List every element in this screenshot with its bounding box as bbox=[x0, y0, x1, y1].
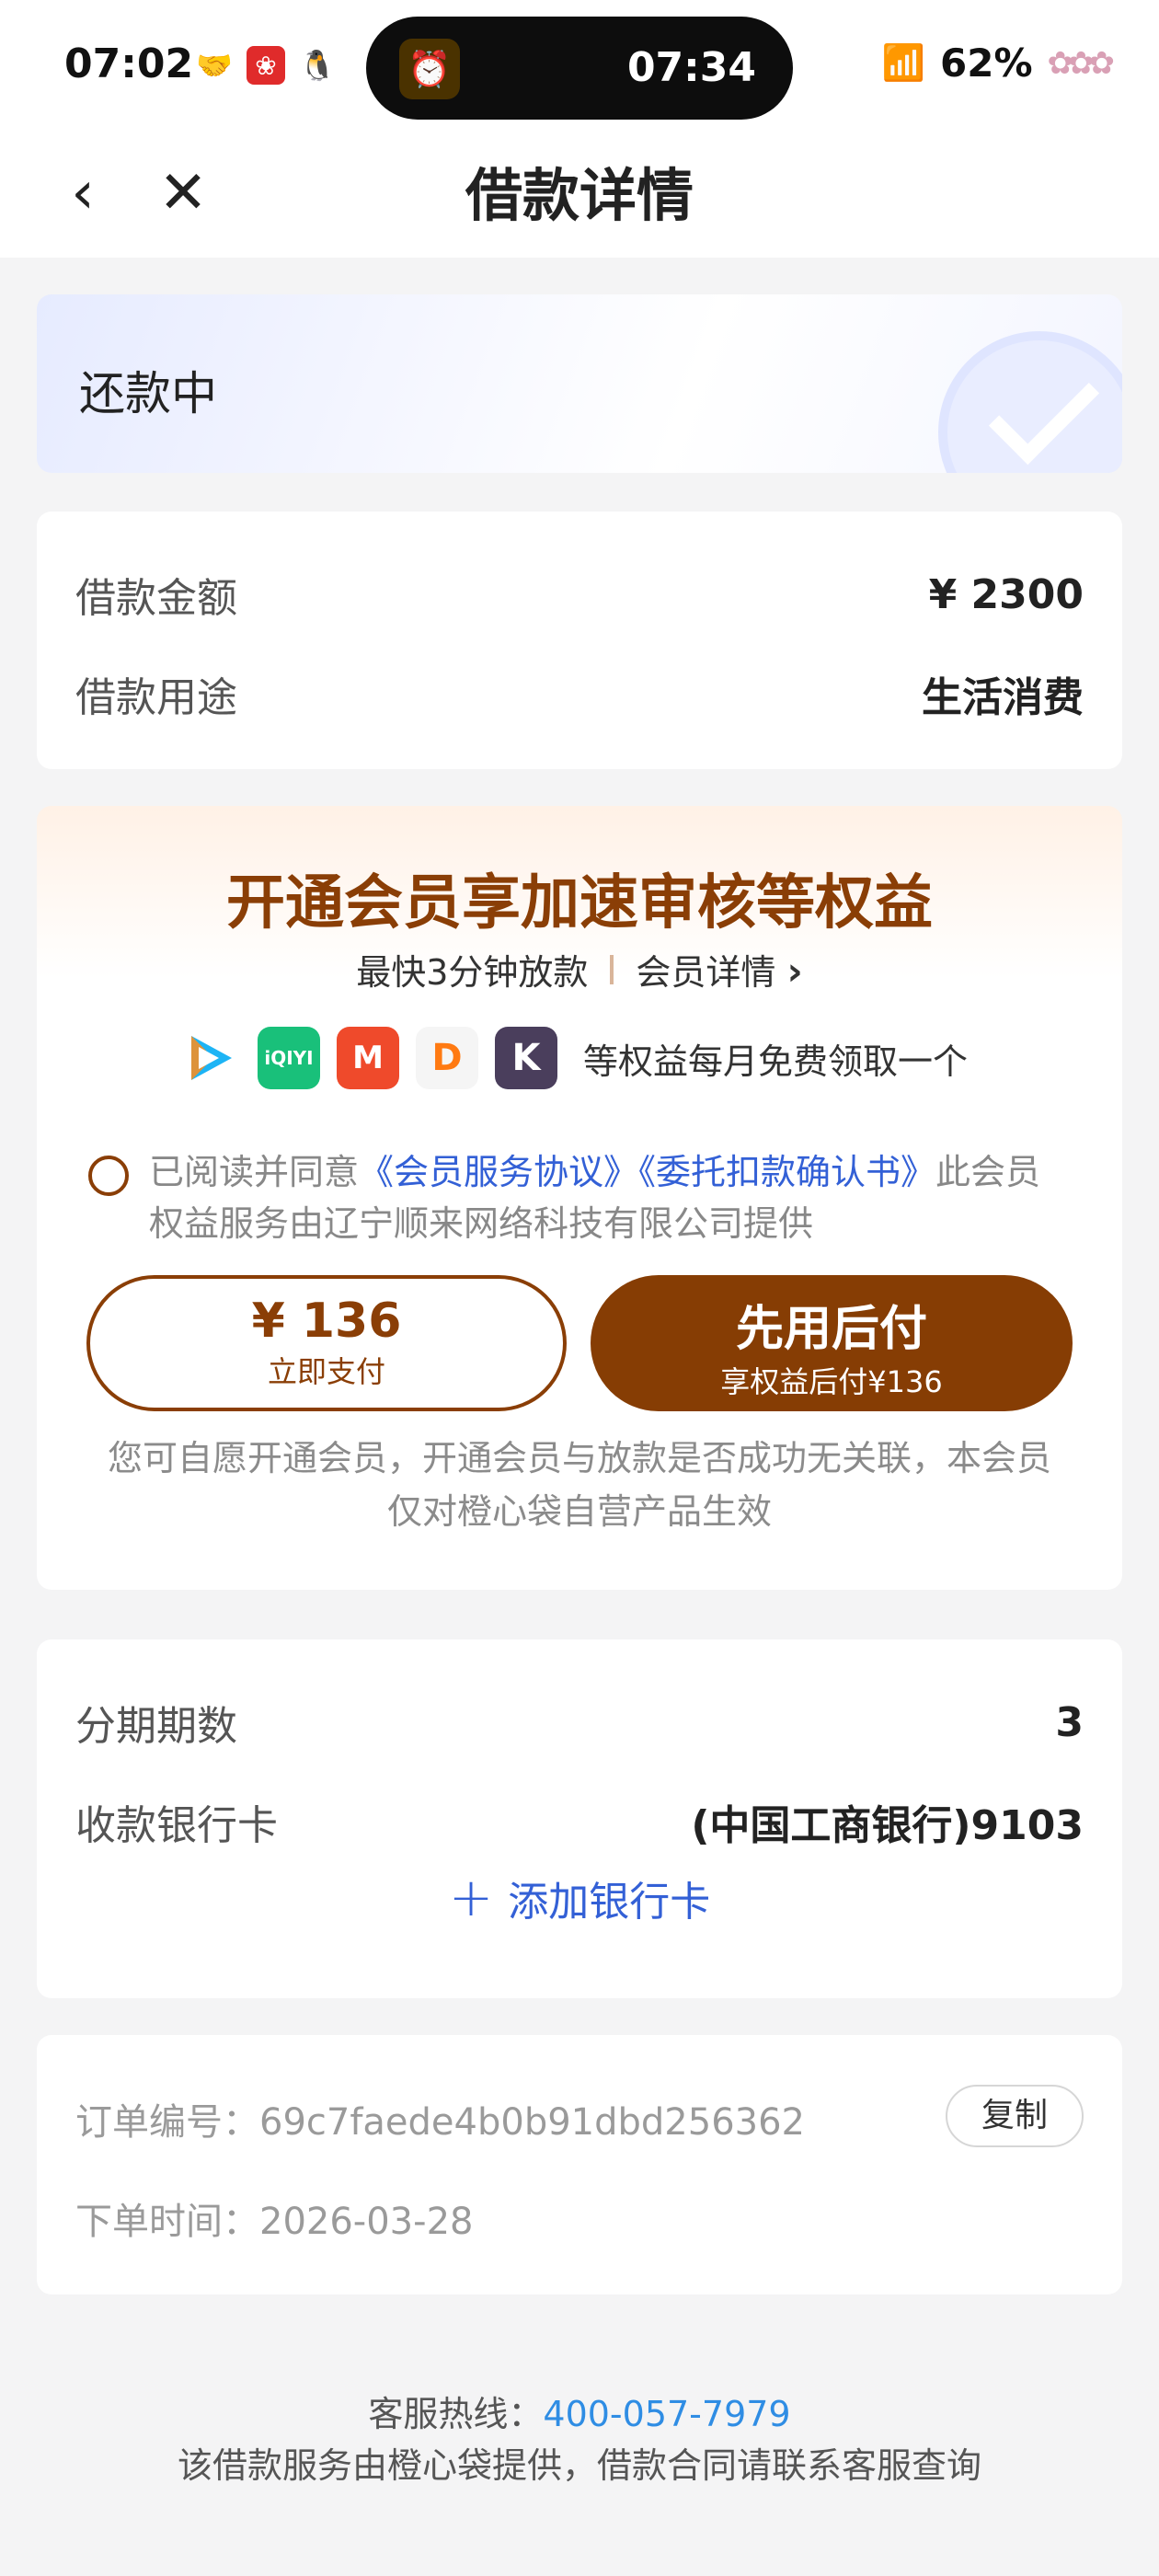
pay-later-label: 享权益后付¥136 bbox=[720, 1364, 943, 1399]
loan-amount-value: ¥ 2300 bbox=[928, 570, 1084, 618]
agree-prefix: 已阅读并同意 bbox=[149, 1152, 360, 1192]
periods-value: 3 bbox=[1055, 1698, 1084, 1746]
agreement-block: 已阅读并同意《会员服务协议》《委托扣款确认书》此会员权益服务由辽宁顺来网络科技有… bbox=[88, 1146, 1058, 1249]
tencent-video-icon bbox=[178, 1027, 241, 1089]
penguin-icon: 🐧 bbox=[299, 48, 336, 83]
loan-purpose-value: 生活消费 bbox=[922, 674, 1084, 721]
loan-info-card: 借款金额 ¥ 2300 借款用途 生活消费 bbox=[37, 512, 1122, 769]
island-time: 07:34 bbox=[626, 44, 756, 91]
page-title: 借款详情 bbox=[465, 162, 694, 229]
system-indicators: 📶 62% ✿✿✿ bbox=[881, 40, 1116, 86]
alarm-clock-icon: ⏰ bbox=[399, 39, 460, 99]
add-bank-card-button[interactable]: + 添加银行卡 bbox=[37, 1866, 1122, 1928]
pay-price: ¥ 136 bbox=[251, 1294, 402, 1349]
battery-percentage: 62% bbox=[940, 40, 1033, 86]
benefits-text: 等权益每月免费领取一个 bbox=[583, 1041, 969, 1082]
membership-card: 开通会员享加速审核等权益 最快3分钟放款 会员详情 › iQIYI M D K … bbox=[37, 806, 1122, 1590]
bank-card-label: 收款银行卡 bbox=[75, 1802, 278, 1849]
pay-later-title: 先用后付 bbox=[735, 1302, 927, 1357]
order-time-value: 2026-03-28 bbox=[259, 2201, 474, 2243]
fast-loan-text: 最快3分钟放款 bbox=[356, 952, 589, 993]
pay-now-button[interactable]: ¥ 136 立即支付 bbox=[86, 1275, 567, 1411]
hotline-label: 客服热线： bbox=[368, 2394, 544, 2434]
nav-bar: ‹ ✕ 借款详情 bbox=[0, 138, 1159, 258]
didi-icon: D bbox=[416, 1027, 478, 1089]
loan-purpose-label: 借款用途 bbox=[75, 674, 237, 721]
handshake-icon: 🤝 bbox=[196, 48, 233, 83]
hotline-line: 客服热线：400-057-7979 bbox=[0, 2388, 1159, 2440]
status-bar: 07:02 🤝 ❀ 🐧 ⏰ 07:34 📶 62% ✿✿✿ bbox=[0, 0, 1159, 138]
pay-label: 立即支付 bbox=[267, 1354, 385, 1389]
membership-details-link[interactable]: 会员详情 › bbox=[636, 944, 802, 995]
benefit-icons: iQIYI M D K 等权益每月免费领取一个 bbox=[178, 1027, 968, 1089]
pay-later-button[interactable]: 先用后付 享权益后付¥136 bbox=[591, 1275, 1073, 1411]
copy-button[interactable]: 复制 bbox=[946, 2085, 1084, 2147]
add-bank-card-label: 添加银行卡 bbox=[508, 1879, 711, 1926]
member-service-agreement-link[interactable]: 《会员服务协议》 bbox=[359, 1152, 638, 1192]
loan-status-card: 还款中 bbox=[37, 294, 1122, 473]
membership-title: 开通会员享加速审核等权益 bbox=[226, 869, 933, 937]
agree-radio[interactable] bbox=[88, 1156, 129, 1196]
plus-icon: + bbox=[448, 1866, 494, 1928]
debit-authorization-link[interactable]: 《委托扣款确认书》 bbox=[638, 1152, 935, 1192]
periods-row: 分期期数 3 bbox=[75, 1693, 1084, 1752]
order-time-label: 下单时间： bbox=[75, 2201, 259, 2243]
membership-subline: 最快3分钟放款 会员详情 › bbox=[37, 944, 1122, 995]
loan-purpose-row: 借款用途 生活消费 bbox=[75, 664, 1084, 723]
dynamic-island[interactable]: ⏰ 07:34 bbox=[366, 17, 793, 120]
order-time-row: 下单时间：2026-03-28 bbox=[75, 2191, 473, 2245]
bank-card-value: (中国工商银行)9103 bbox=[691, 1802, 1084, 1849]
order-info-card: 订单编号：69c7faede4b0b91dbd256362 复制 下单时间：20… bbox=[37, 2035, 1122, 2294]
installment-card: 分期期数 3 收款银行卡 (中国工商银行)9103 + 添加银行卡 bbox=[37, 1639, 1122, 1998]
mango-tv-icon: M bbox=[337, 1027, 399, 1089]
divider bbox=[610, 954, 614, 984]
loan-status: 还款中 bbox=[79, 367, 217, 420]
footer: 客服热线：400-057-7979 该借款服务由橙心袋提供，借款合同请联系客服查… bbox=[0, 2388, 1159, 2491]
keep-icon: K bbox=[495, 1027, 557, 1089]
periods-label: 分期期数 bbox=[75, 1703, 237, 1750]
membership-note: 您可自愿开通会员，开通会员与放款是否成功无关联，本会员仅对橙心袋自营产品生效 bbox=[107, 1438, 1051, 1532]
loan-amount-label: 借款金额 bbox=[75, 575, 237, 622]
bank-card-row: 收款银行卡 (中国工商银行)9103 bbox=[75, 1792, 1084, 1851]
chevron-right-icon: › bbox=[786, 949, 803, 994]
order-number-label: 订单编号： bbox=[75, 2101, 259, 2144]
iqiyi-icon: iQIYI bbox=[258, 1027, 320, 1089]
hotline-number[interactable]: 400-057-7979 bbox=[543, 2394, 790, 2434]
notification-icons: 🤝 ❀ 🐧 bbox=[195, 46, 337, 85]
clock: 07:02 bbox=[64, 40, 194, 87]
membership-details-label: 会员详情 bbox=[636, 952, 776, 993]
footer-note: 该借款服务由橙心袋提供，借款合同请联系客服查询 bbox=[177, 2445, 981, 2486]
loan-amount-row: 借款金额 ¥ 2300 bbox=[75, 565, 1084, 624]
order-number-row: 订单编号：69c7faede4b0b91dbd256362 bbox=[75, 2092, 805, 2145]
order-number-value: 69c7faede4b0b91dbd256362 bbox=[259, 2101, 805, 2144]
flower-battery-icon: ✿✿✿ bbox=[1047, 44, 1116, 82]
wifi-icon: 📶 bbox=[881, 42, 925, 83]
app-notification-icon: ❀ bbox=[247, 46, 285, 85]
